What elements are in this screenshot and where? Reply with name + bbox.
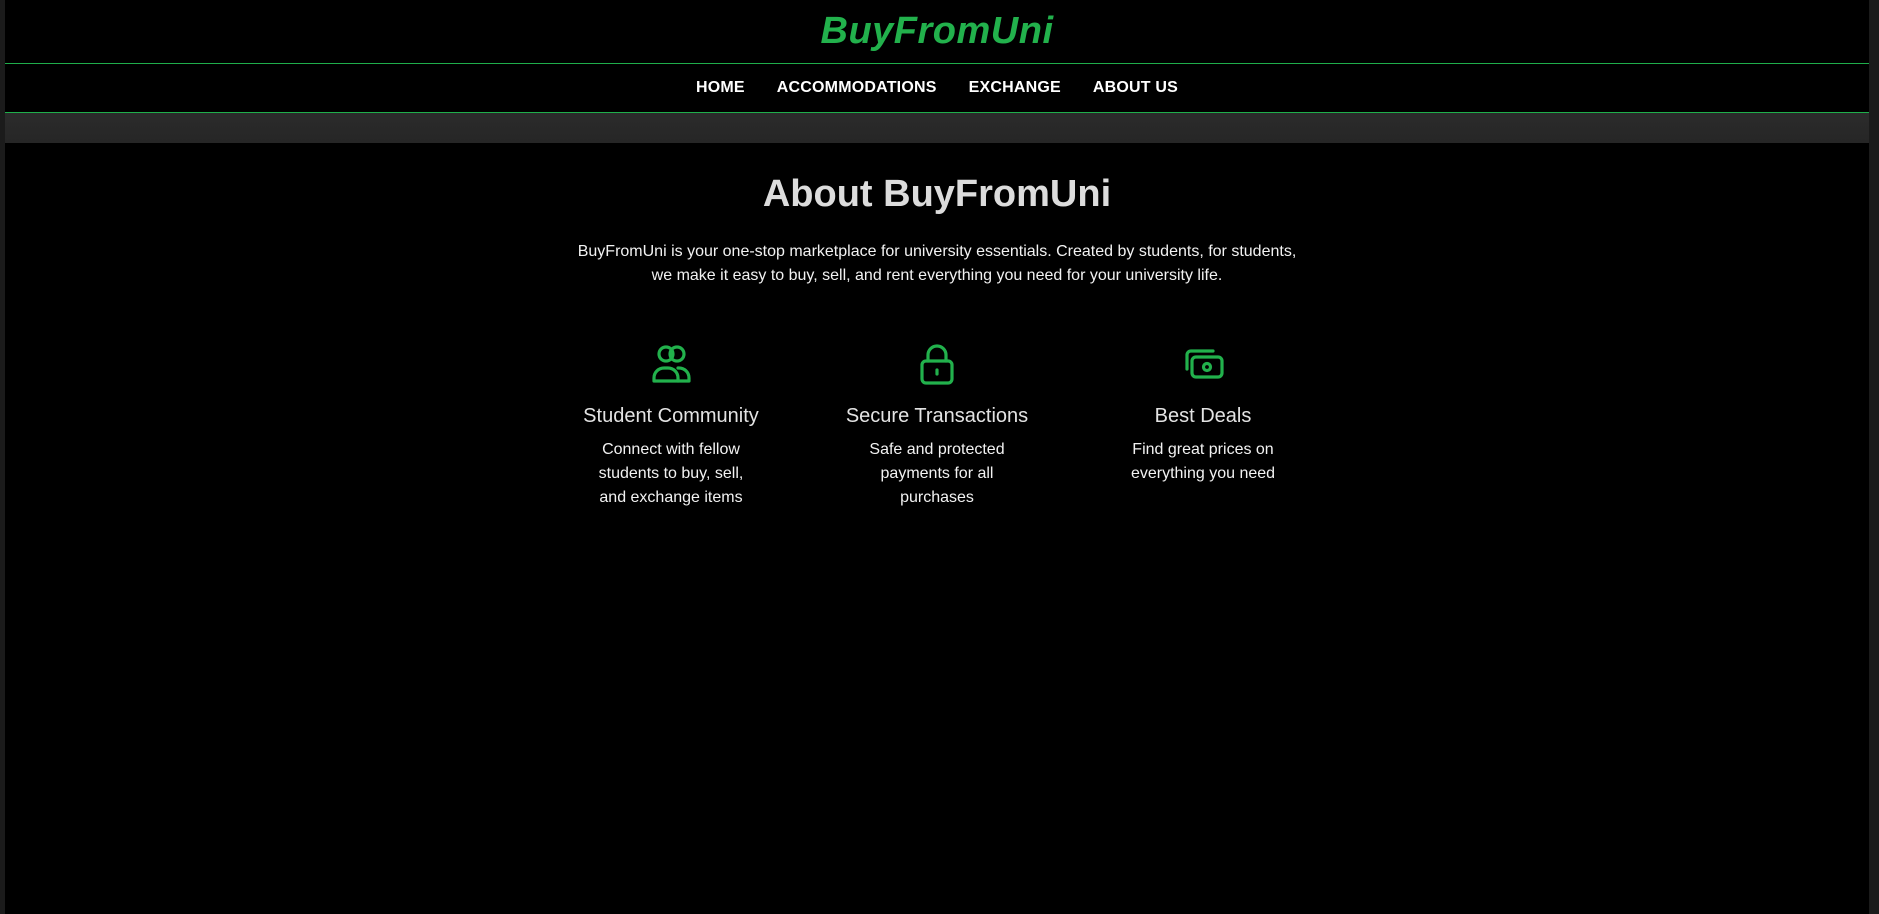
scrollbar[interactable]	[1869, 0, 1879, 914]
feature-title: Best Deals	[1154, 405, 1252, 427]
lock-icon	[920, 344, 954, 385]
feature-secure-transactions: Secure Transactions Safe and protected p…	[837, 342, 1037, 510]
page: BuyFromUni HOME ACCOMMODATIONS EXCHANGE …	[0, 0, 1879, 914]
sub-header-bar	[5, 113, 1869, 143]
users-icon	[652, 345, 691, 383]
site-header: BuyFromUni	[5, 0, 1869, 64]
feature-title: Secure Transactions	[845, 405, 1029, 427]
feature-student-community: Student Community Connect with fellow st…	[571, 342, 771, 510]
feature-description: Find great prices on everything you need	[1130, 441, 1276, 482]
nav-about-us[interactable]: ABOUT US	[1093, 79, 1178, 97]
feature-title: Student Community	[583, 405, 759, 427]
brand-logo[interactable]: BuyFromUni	[821, 10, 1054, 53]
features-list: Student Community Connect with fellow st…	[571, 342, 1371, 562]
about-description: BuyFromUni is your one-stop marketplace …	[577, 243, 1297, 284]
feature-description: Connect with fellow students to buy, sel…	[598, 441, 744, 506]
nav-home[interactable]: HOME	[696, 79, 745, 97]
about-title: About BuyFromUni	[762, 173, 1112, 215]
main-nav: HOME ACCOMMODATIONS EXCHANGE ABOUT US	[5, 64, 1869, 112]
nav-exchange[interactable]: EXCHANGE	[969, 79, 1061, 97]
feature-description: Safe and protected payments for all purc…	[869, 441, 1005, 506]
cash-icon	[1185, 349, 1224, 379]
nav-accommodations[interactable]: ACCOMMODATIONS	[777, 79, 937, 97]
feature-best-deals: Best Deals Find great prices on everythi…	[1103, 342, 1303, 486]
about-section: About BuyFromUni BuyFromUni is your one-…	[5, 143, 1869, 288]
